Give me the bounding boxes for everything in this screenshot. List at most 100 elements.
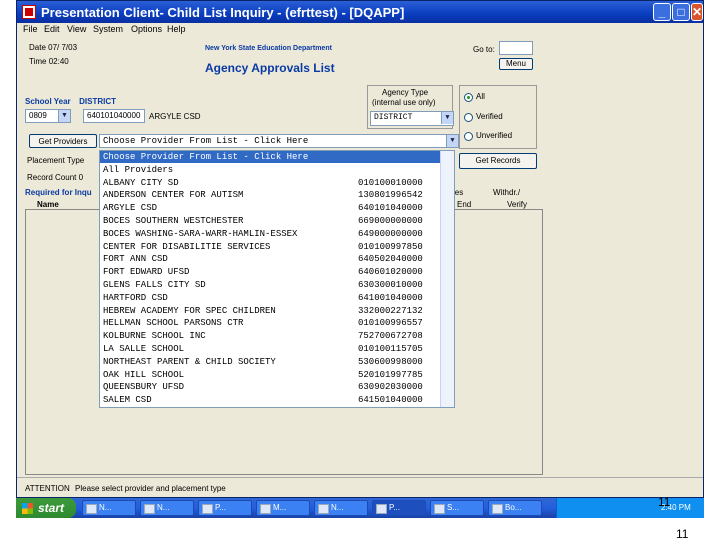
get-providers-button[interactable]: Get Providers	[29, 134, 97, 148]
provider-option-name: ANDERSON CENTER FOR AUTISM	[103, 190, 244, 201]
menu-help[interactable]: Help	[167, 24, 186, 34]
menu-view[interactable]: View	[67, 24, 86, 34]
window-title: Presentation Client- Child List Inquiry …	[41, 5, 405, 20]
provider-option-code: 669000000000	[358, 216, 423, 226]
taskbar-task[interactable]: Bo...	[488, 500, 542, 516]
provider-listbox[interactable]: Choose Provider From List - Click Here Al…	[99, 150, 455, 408]
menu-bar: File Edit View System Options Help	[17, 23, 703, 37]
required-label: Required for Inqu	[25, 188, 92, 197]
column-header-verify: Verify	[507, 200, 528, 209]
radio-unverified-label: Unverified	[476, 131, 513, 140]
provider-option-name: Choose Provider From List - Click Here	[103, 152, 309, 162]
provider-option-name: BOCES WASHING-SARA-WARR-HAMLIN-ESSEX	[103, 228, 298, 239]
provider-option[interactable]: HARTFORD CSD 641001040000	[100, 292, 440, 304]
provider-option[interactable]: All Providers	[100, 164, 440, 176]
provider-option-name: ALBANY CITY SD	[103, 177, 179, 188]
taskbar-task[interactable]: N...	[140, 500, 194, 516]
provider-option[interactable]: BOCES WASHING-SARA-WARR-HAMLIN-ESSEX 6490…	[100, 228, 440, 240]
provider-select[interactable]: Choose Provider From List - Click Here ▼	[99, 134, 459, 148]
provider-option[interactable]: QUEENSBURY UFSD 630902030000	[100, 381, 440, 393]
provider-option-name: HELLMAN SCHOOL PARSONS CTR	[103, 318, 244, 329]
agency-type-select[interactable]: DISTRICT ▼	[370, 111, 454, 126]
date-label: Date 07/ 7/03	[29, 43, 78, 52]
provider-option-name: KOLBURNE SCHOOL INC	[103, 331, 206, 342]
taskbar: start N... N... P... M... N... P... S... Bo... …	[16, 498, 704, 518]
provider-option[interactable]: BOCES SOUTHERN WESTCHESTER 669000000000	[100, 215, 440, 227]
close-button[interactable]: ✕	[691, 3, 703, 21]
taskbar-task[interactable]: M...	[256, 500, 310, 516]
listbox-scrollbar[interactable]	[440, 151, 454, 407]
menu-edit[interactable]: Edit	[44, 24, 60, 34]
verify-radio-group: All Verified Unverified	[459, 85, 537, 149]
goto-input[interactable]	[499, 41, 533, 55]
radio-verified[interactable]	[464, 113, 473, 122]
provider-option-name: QUEENSBURY UFSD	[103, 382, 185, 393]
provider-option[interactable]: LA SALLE SCHOOL 010100115705	[100, 343, 440, 355]
radio-all-label: All	[476, 92, 485, 101]
provider-option-code: 010100115705	[358, 344, 423, 354]
taskbar-task[interactable]: P...	[372, 500, 426, 516]
radio-all[interactable]	[464, 93, 473, 102]
department-name: New York State Education Department	[205, 45, 332, 52]
provider-option-code: 010100996557	[358, 318, 423, 329]
school-year-select[interactable]: 0809 ▼	[25, 109, 71, 123]
name-column-header: Name	[37, 200, 59, 209]
district-name: ARGYLE CSD	[149, 112, 201, 121]
provider-option-code: 641501040000	[358, 395, 423, 406]
taskbar-task[interactable]: S...	[430, 500, 484, 516]
provider-option-code: 630300010000	[358, 280, 423, 290]
provider-option-name: FORT EDWARD UFSD	[103, 267, 190, 278]
school-year-row: School Year DISTRICT	[25, 91, 116, 109]
provider-option-code: 130801996542	[358, 190, 423, 201]
taskbar-task[interactable]: N...	[82, 500, 136, 516]
get-records-button[interactable]: Get Records	[459, 153, 537, 169]
provider-option[interactable]: ARGYLE CSD 640101040000	[100, 202, 440, 214]
goto-label: Go to:	[473, 45, 495, 54]
menu-button[interactable]: Menu	[499, 58, 533, 70]
provider-option[interactable]: ALBANY CITY SD 010100010000	[100, 177, 440, 189]
chevron-down-icon: ▼	[441, 112, 453, 124]
minimize-button[interactable]: _	[653, 3, 671, 21]
column-header-withdr: Withdr./	[493, 188, 521, 197]
provider-option-code: 332000227132	[358, 305, 423, 316]
provider-select-value: Choose Provider From List - Click Here	[103, 136, 309, 146]
taskbar-tasks: N... N... P... M... N... P... S... Bo...	[82, 498, 552, 518]
provider-option-code: 640601020000	[358, 267, 423, 278]
overlay-number: 11	[658, 495, 671, 509]
status-message: Please select provider and placement typ…	[75, 484, 226, 493]
provider-option[interactable]: CENTER FOR DISABILITIE SERVICES 010100997…	[100, 241, 440, 253]
placement-type-label: Placement Type	[27, 156, 85, 165]
provider-option[interactable]: KOLBURNE SCHOOL INC 752700672708	[100, 330, 440, 342]
chevron-down-icon: ▼	[58, 110, 70, 122]
provider-option[interactable]: FORT EDWARD UFSD 640601020000	[100, 266, 440, 278]
app-window: Presentation Client- Child List Inquiry …	[16, 0, 704, 498]
radio-unverified[interactable]	[464, 132, 473, 141]
provider-option[interactable]: ANDERSON CENTER FOR AUTISM 130801996542	[100, 189, 440, 201]
provider-option[interactable]: GLENS FALLS CITY SD 630300010000	[100, 279, 440, 291]
district-code-field[interactable]: 640101040000	[83, 109, 145, 123]
page-title: Agency Approvals List	[205, 61, 335, 75]
radio-verified-label: Verified	[476, 112, 503, 121]
windows-logo-icon	[22, 503, 33, 514]
taskbar-task[interactable]: N...	[314, 500, 368, 516]
provider-option-code: 640502040000	[358, 254, 423, 265]
provider-option[interactable]: SALEM CSD 641501040000	[100, 394, 440, 406]
agency-type-panel: Agency Type (internal use only) DISTRICT…	[367, 85, 454, 129]
provider-option[interactable]: NORTHEAST PARENT & CHILD SOCIETY 53060099…	[100, 356, 440, 368]
start-label: start	[38, 501, 65, 515]
provider-option[interactable]: HELLMAN SCHOOL PARSONS CTR 010100996557	[100, 317, 440, 329]
menu-file[interactable]: File	[23, 24, 38, 34]
maximize-button[interactable]: □	[672, 3, 690, 21]
start-button[interactable]: start	[16, 498, 76, 518]
column-header-end: End	[457, 200, 472, 209]
provider-option[interactable]: FORT ANN CSD 640502040000	[100, 253, 440, 265]
provider-option[interactable]: Choose Provider From List - Click Here	[100, 151, 440, 163]
taskbar-task[interactable]: P...	[198, 500, 252, 516]
system-tray: 2:40 PM	[556, 498, 704, 518]
provider-option-name: All Providers	[103, 164, 174, 175]
provider-option[interactable]: OAK HILL SCHOOL 520101997785	[100, 369, 440, 381]
provider-option[interactable]: HEBREW ACADEMY FOR SPEC CHILDREN 33200022…	[100, 305, 440, 317]
menu-system[interactable]: System	[93, 24, 123, 34]
agency-type-note: (internal use only)	[372, 98, 436, 107]
menu-options[interactable]: Options	[131, 24, 162, 34]
